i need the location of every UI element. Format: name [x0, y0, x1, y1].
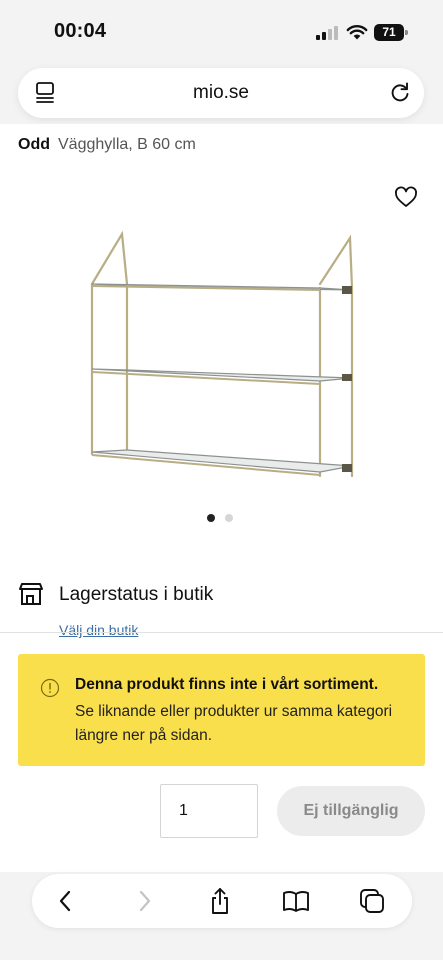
status-bar: 00:04 71 — [0, 0, 443, 64]
cellular-signal-icon — [316, 26, 340, 40]
unavailable-notice: Denna produkt finns inte i vårt sortimen… — [18, 654, 425, 766]
battery-level: 71 — [374, 24, 404, 41]
quantity-input[interactable] — [160, 784, 258, 838]
store-stock-status[interactable]: Lagerstatus i butik — [18, 582, 418, 612]
status-time: 00:04 — [54, 20, 107, 42]
product-image[interactable] — [72, 226, 372, 496]
brand-name: Odd — [18, 136, 50, 153]
battery-icon: 71 — [374, 24, 408, 41]
back-icon[interactable] — [52, 887, 80, 915]
forward-icon[interactable] — [130, 887, 158, 915]
notice-body: Se liknande eller produkter ur samma kat… — [75, 703, 393, 744]
carousel-dot-active[interactable] — [207, 514, 215, 522]
share-icon[interactable] — [206, 887, 234, 915]
heart-icon[interactable] — [394, 186, 418, 208]
add-to-cart-button[interactable]: Ej tillgänglig — [277, 786, 425, 836]
info-icon — [40, 678, 60, 698]
carousel-dot[interactable] — [225, 514, 233, 522]
address-bar[interactable]: mio.se — [18, 68, 424, 118]
wifi-icon — [346, 25, 368, 40]
store-icon — [19, 583, 43, 605]
tabs-icon[interactable] — [358, 887, 386, 915]
url-text[interactable]: mio.se — [18, 82, 424, 104]
choose-store-link[interactable]: Välj din butik — [59, 622, 138, 638]
bookmarks-icon[interactable] — [282, 887, 310, 915]
store-status-label: Lagerstatus i butik — [59, 584, 214, 605]
browser-toolbar — [32, 874, 412, 928]
product-heading: Odd Vägghylla, B 60 cm — [18, 136, 196, 154]
web-page: Odd Vägghylla, B 60 cm Lagerstatus i but… — [0, 124, 443, 872]
reload-icon[interactable] — [388, 80, 412, 104]
product-name: Vägghylla, B 60 cm — [58, 136, 196, 153]
divider — [0, 632, 443, 633]
notice-title: Denna produkt finns inte i vårt sortimen… — [75, 676, 379, 693]
